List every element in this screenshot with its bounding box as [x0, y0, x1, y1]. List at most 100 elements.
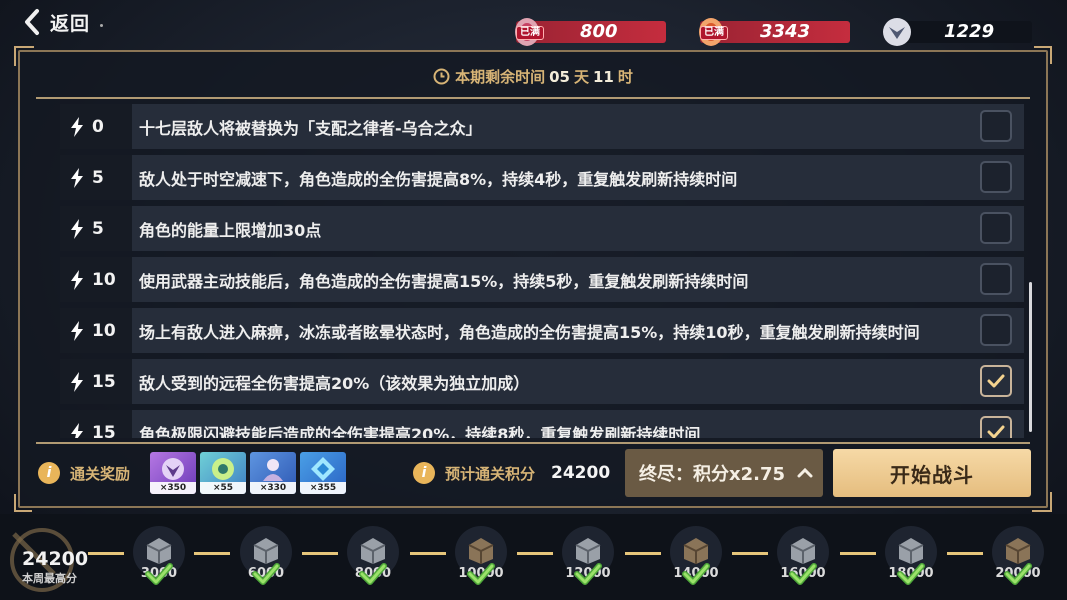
- claimed-check-icon: [1004, 563, 1032, 585]
- modifier-row[interactable]: 10 场上有敌人进入麻痹，冰冻或者眩晕状态时，角色造成的全伤害提高15%，持续1…: [60, 308, 1024, 353]
- currency-orange-crystal[interactable]: 已满 3343: [694, 17, 850, 46]
- modifier-row[interactable]: 15 角色极限闪避技能后造成的全伤害提高20%，持续8秒，重复触发刷新持续时间: [60, 410, 1024, 438]
- modifier-checkbox[interactable]: [980, 263, 1012, 295]
- reward-count: ×330: [250, 482, 296, 494]
- modifier-checkbox[interactable]: [980, 314, 1012, 346]
- cost-value: 10: [92, 269, 116, 290]
- start-battle-button[interactable]: 开始战斗: [833, 449, 1031, 497]
- back-button[interactable]: 返回: [22, 8, 104, 36]
- estimated-score-value: 24200: [551, 463, 611, 483]
- lightning-icon: [71, 422, 83, 438]
- estimated-score-label: 预计通关积分: [445, 464, 536, 483]
- milestone-node[interactable]: 14000: [670, 526, 722, 585]
- stigma-disc-icon: [212, 458, 234, 480]
- top-bar: 返回 已满 800 已满 3343 1229: [0, 0, 1067, 50]
- weekly-progress-track: 24200 本周最高分 3000 6000 8000 10000 12000 1…: [0, 514, 1067, 600]
- modifier-checkbox[interactable]: [980, 110, 1012, 142]
- clock-icon: [433, 68, 450, 85]
- modifier-row[interactable]: 5 敌人处于时空减速下，角色造成的全伤害提高8%，持续4秒，重复触发刷新持续时间: [60, 155, 1024, 200]
- currency-emblem[interactable]: 1229: [880, 17, 1032, 46]
- milestone-node[interactable]: 18000: [885, 526, 937, 585]
- cost-value: 5: [92, 167, 104, 188]
- modifier-cost: 15: [60, 410, 132, 438]
- currency-value: 1229: [944, 21, 995, 42]
- currency-full-tag: 已满: [700, 26, 728, 40]
- chevron-left-icon: [25, 9, 39, 35]
- list-scrollbar[interactable]: [1029, 282, 1032, 432]
- cost-value: 0: [92, 116, 104, 137]
- lightning-icon: [71, 320, 83, 341]
- reward-item[interactable]: ×330: [250, 452, 296, 494]
- reward-label[interactable]: i 通关奖励: [38, 462, 130, 484]
- modifier-cost: 5: [60, 155, 132, 200]
- track-connector: [947, 552, 983, 555]
- milestone-node[interactable]: 8000: [347, 526, 399, 585]
- timer-prefix: 本期剩余时间: [455, 68, 546, 86]
- emblem-currency-icon: [883, 17, 911, 46]
- info-icon[interactable]: i: [413, 462, 435, 484]
- modifier-row[interactable]: 10 使用武器主动技能后，角色造成的全伤害提高15%，持续5秒，重复触发刷新持续…: [60, 257, 1024, 302]
- lightning-icon: [71, 218, 83, 239]
- currency-red-crystal[interactable]: 已满 800: [510, 17, 666, 46]
- back-label: 返回: [50, 12, 91, 35]
- lightning-icon: [71, 116, 83, 137]
- milestone-node[interactable]: 12000: [562, 526, 614, 585]
- milestone-node[interactable]: 10000: [455, 526, 507, 585]
- best-score-label: 本周最高分: [22, 572, 77, 585]
- modifier-checkbox[interactable]: [980, 416, 1012, 438]
- claimed-check-icon: [467, 563, 495, 585]
- info-icon[interactable]: i: [38, 462, 60, 484]
- modifier-checkbox[interactable]: [980, 161, 1012, 193]
- timer-hours-unit: 时: [617, 68, 633, 86]
- reward-item[interactable]: ×355: [300, 452, 346, 494]
- claimed-check-icon: [789, 563, 817, 585]
- character-card-icon: [263, 459, 283, 481]
- reward-label-text: 通关奖励: [70, 464, 131, 483]
- claimed-check-icon: [574, 563, 602, 585]
- track-connector: [732, 552, 768, 555]
- chest-icon: [360, 538, 386, 564]
- period-timer: 本期剩余时间 05 天 11 时: [20, 66, 1046, 87]
- modifier-description: 使用武器主动技能后，角色造成的全伤害提高15%，持续5秒，重复触发刷新持续时间: [132, 257, 1024, 302]
- valkyrie-fragment-icon: [162, 458, 184, 480]
- estimated-score: i 预计通关积分 24200: [413, 462, 610, 484]
- modifier-cost: 10: [60, 257, 132, 302]
- cost-value: 15: [92, 371, 116, 392]
- track-connector: [840, 552, 876, 555]
- panel-corner: [1034, 46, 1052, 64]
- reward-list: ×350 ×55 ×330 ×355: [150, 452, 346, 494]
- chest-icon: [468, 538, 494, 564]
- divider: [36, 97, 1030, 99]
- chest-icon: [898, 538, 924, 564]
- modifier-checkbox[interactable]: [980, 365, 1012, 397]
- modifier-row[interactable]: 5 角色的能量上限增加30点: [60, 206, 1024, 251]
- milestone-node[interactable]: 16000: [777, 526, 829, 585]
- lightning-icon: [71, 167, 83, 188]
- lightning-icon: [71, 371, 83, 392]
- checkmark-icon: [987, 425, 1005, 438]
- modifier-row[interactable]: 0 十七层敌人将被替换为「支配之律者-乌合之众」: [60, 104, 1024, 149]
- chest-icon: [790, 538, 816, 564]
- milestone-node[interactable]: 3000: [133, 526, 185, 585]
- reward-item[interactable]: ×350: [150, 452, 196, 494]
- reward-count: ×55: [200, 482, 246, 494]
- milestone-node[interactable]: 6000: [240, 526, 292, 585]
- modifier-list[interactable]: 0 十七层敌人将被替换为「支配之律者-乌合之众」 5 敌人处于时空减速下，角色造…: [60, 104, 1024, 438]
- cost-value: 10: [92, 320, 116, 341]
- modifier-cost: 5: [60, 206, 132, 251]
- back-dot: [100, 23, 104, 27]
- claimed-check-icon: [145, 563, 173, 585]
- milestone-node[interactable]: 20000: [992, 526, 1044, 585]
- cost-value: 15: [92, 422, 116, 439]
- modifier-row[interactable]: 15 敌人受到的远程全伤害提高20%（该效果为独立加成）: [60, 359, 1024, 404]
- modifier-checkbox[interactable]: [980, 212, 1012, 244]
- panel-corner: [14, 494, 32, 512]
- track-connector: [517, 552, 553, 555]
- chevron-up-icon: [797, 468, 813, 478]
- difficulty-mode-dropdown[interactable]: 终尽：积分x2.75: [625, 449, 823, 497]
- chest-icon: [146, 538, 172, 564]
- start-battle-label: 开始战斗: [890, 462, 974, 487]
- chest-icon: [1005, 538, 1031, 564]
- reward-item[interactable]: ×55: [200, 452, 246, 494]
- divider: [36, 442, 1030, 444]
